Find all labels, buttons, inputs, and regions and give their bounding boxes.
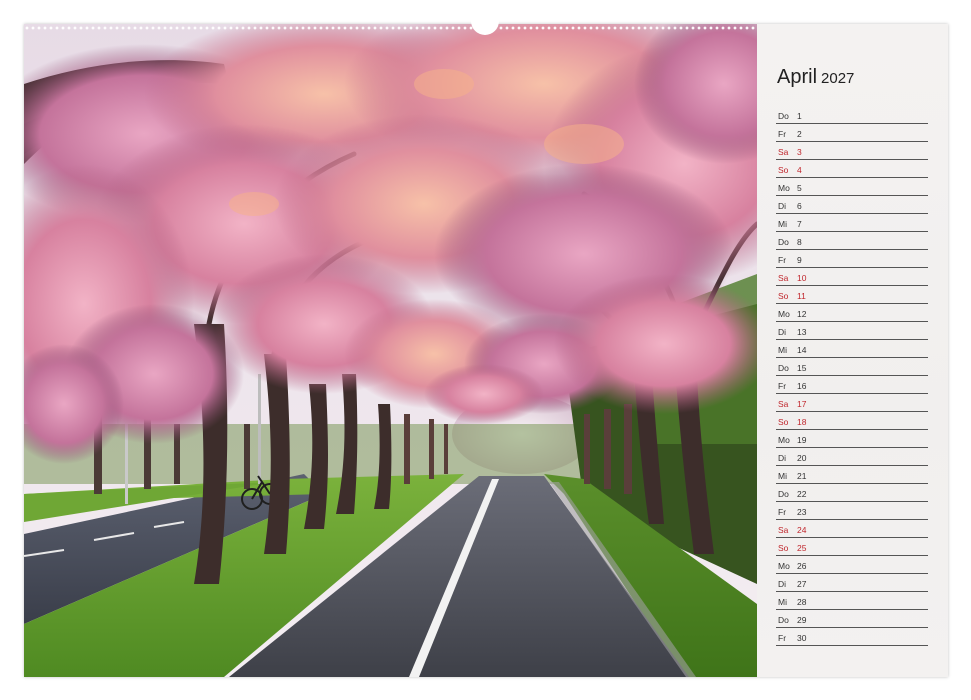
day-number: 16 xyxy=(797,381,807,391)
day-row: Mo 5 xyxy=(776,178,928,196)
day-row: So 18 xyxy=(776,412,928,430)
day-number: 1 xyxy=(797,111,802,121)
day-number: 29 xyxy=(797,615,807,625)
weekday-label: Di xyxy=(778,453,787,463)
day-row: So 11 xyxy=(776,286,928,304)
weekday-label: Fr xyxy=(778,507,787,517)
day-number: 30 xyxy=(797,633,807,643)
day-row: Fr 9 xyxy=(776,250,928,268)
weekday-label: Do xyxy=(778,489,789,499)
day-row: Sa 3 xyxy=(776,142,928,160)
day-row: Fr 30 xyxy=(776,628,928,646)
day-number: 17 xyxy=(797,399,807,409)
weekday-label: Mo xyxy=(778,435,790,445)
weekday-label: Fr xyxy=(778,129,787,139)
day-row: Di 27 xyxy=(776,574,928,592)
weekday-label: So xyxy=(778,165,789,175)
day-row: Mo 12 xyxy=(776,304,928,322)
weekday-label: Sa xyxy=(778,525,789,535)
day-row: Mi 28 xyxy=(776,592,928,610)
day-row: Di 20 xyxy=(776,448,928,466)
day-row: So 25 xyxy=(776,538,928,556)
day-number: 18 xyxy=(797,417,807,427)
weekday-label: Mi xyxy=(778,219,787,229)
day-row: Mi 14 xyxy=(776,340,928,358)
weekday-label: Di xyxy=(778,579,787,589)
day-list: Do 1 Fr 2 Sa 3 So 4 Mo 5 Di 6 Mi 7 Do 8 Fr 9 Sa 10 So 11 Mo 12 D… xyxy=(776,106,928,646)
day-number: 28 xyxy=(797,597,807,607)
weekday-label: Mi xyxy=(778,471,787,481)
day-number: 19 xyxy=(797,435,807,445)
day-number: 14 xyxy=(797,345,807,355)
weekday-label: Sa xyxy=(778,147,789,157)
day-number: 4 xyxy=(797,165,802,175)
weekday-label: So xyxy=(778,417,789,427)
day-number: 26 xyxy=(797,561,807,571)
weekday-label: Di xyxy=(778,201,787,211)
day-number: 2 xyxy=(797,129,802,139)
weekday-label: Do xyxy=(778,363,789,373)
day-number: 6 xyxy=(797,201,802,211)
day-row: Di 13 xyxy=(776,322,928,340)
weekday-label: So xyxy=(778,543,789,553)
day-number: 5 xyxy=(797,183,802,193)
day-number: 25 xyxy=(797,543,807,553)
calendar-sheet: April 2027 Do 1 Fr 2 Sa 3 So 4 Mo 5 Di 6 Mi 7 Do 8 Fr 9 Sa 1… xyxy=(24,24,948,677)
month-name: April xyxy=(777,66,818,88)
cherry-blossom-photo xyxy=(24,24,757,677)
day-number: 10 xyxy=(797,273,807,283)
day-number: 24 xyxy=(797,525,807,535)
weekday-label: Mi xyxy=(778,597,787,607)
spiral-binding xyxy=(24,25,755,31)
date-panel: April 2027 Do 1 Fr 2 Sa 3 So 4 Mo 5 Di 6 Mi 7 Do 8 Fr 9 Sa 1… xyxy=(757,24,948,677)
month-title: April 2027 xyxy=(777,66,854,89)
weekday-label: Mi xyxy=(778,345,787,355)
day-number: 27 xyxy=(797,579,807,589)
day-row: Do 15 xyxy=(776,358,928,376)
weekday-label: Fr xyxy=(778,633,787,643)
day-number: 11 xyxy=(797,291,806,301)
weekday-label: Sa xyxy=(778,399,789,409)
day-row: So 4 xyxy=(776,160,928,178)
day-row: Sa 24 xyxy=(776,520,928,538)
day-number: 9 xyxy=(797,255,802,265)
weekday-label: So xyxy=(778,291,789,301)
day-number: 23 xyxy=(797,507,807,517)
day-number: 21 xyxy=(797,471,807,481)
weekday-label: Do xyxy=(778,237,789,247)
day-row: Fr 16 xyxy=(776,376,928,394)
day-row: Mi 7 xyxy=(776,214,928,232)
weekday-label: Do xyxy=(778,111,789,121)
day-row: Do 8 xyxy=(776,232,928,250)
day-row: Mo 26 xyxy=(776,556,928,574)
weekday-label: Fr xyxy=(778,381,787,391)
day-number: 15 xyxy=(797,363,807,373)
day-number: 8 xyxy=(797,237,802,247)
day-row: Do 1 xyxy=(776,106,928,124)
day-number: 22 xyxy=(797,489,807,499)
day-number: 7 xyxy=(797,219,802,229)
day-number: 12 xyxy=(797,309,807,319)
weekday-label: Mo xyxy=(778,183,790,193)
day-row: Fr 2 xyxy=(776,124,928,142)
day-row: Mo 19 xyxy=(776,430,928,448)
day-number: 13 xyxy=(797,327,807,337)
day-row: Mi 21 xyxy=(776,466,928,484)
day-row: Fr 23 xyxy=(776,502,928,520)
weekday-label: Mo xyxy=(778,309,790,319)
day-row: Sa 17 xyxy=(776,394,928,412)
weekday-label: Fr xyxy=(778,255,787,265)
day-number: 3 xyxy=(797,147,802,157)
weekday-label: Mo xyxy=(778,561,790,571)
day-row: Do 22 xyxy=(776,484,928,502)
weekday-label: Sa xyxy=(778,273,789,283)
day-row: Do 29 xyxy=(776,610,928,628)
weekday-label: Di xyxy=(778,327,787,337)
year-label: 2027 xyxy=(821,70,855,87)
day-row: Sa 10 xyxy=(776,268,928,286)
day-row: Di 6 xyxy=(776,196,928,214)
day-number: 20 xyxy=(797,453,807,463)
weekday-label: Do xyxy=(778,615,789,625)
